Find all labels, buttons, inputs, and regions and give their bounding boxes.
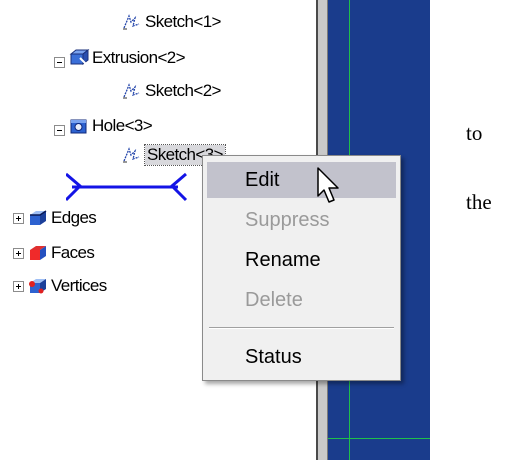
menu-item-label: Delete (245, 289, 303, 311)
menu-item-suppress[interactable]: Suppress (207, 202, 396, 238)
tree-item-label: Faces (51, 243, 95, 262)
vertices-icon (27, 276, 49, 296)
tree-item-sketch-2[interactable]: Sketch<2> (121, 80, 221, 102)
extrusion-icon (68, 48, 90, 68)
mouse-cursor-icon (317, 167, 339, 203)
tree-item-hole-3[interactable]: Hole<3> (68, 115, 153, 137)
tree-item-faces[interactable]: Faces (27, 242, 95, 264)
sketch-icon (121, 145, 143, 165)
tree-item-vertices[interactable]: Vertices (27, 275, 107, 297)
tree-item-edges[interactable]: Edges (27, 207, 97, 229)
menu-item-edit[interactable]: Edit (207, 162, 396, 198)
menu-item-label: Edit (245, 169, 280, 191)
side-text-the: the (466, 190, 492, 214)
collapse-toggle[interactable] (54, 57, 65, 68)
menu-item-status[interactable]: Status (207, 339, 396, 375)
menu-item-label: Status (245, 346, 302, 368)
tree-item-label: Vertices (51, 276, 107, 295)
expand-toggle[interactable] (13, 213, 24, 224)
faces-icon (27, 243, 49, 263)
menu-separator (209, 327, 394, 329)
context-menu: Edit Suppress Rename Delete Status (202, 155, 401, 381)
menu-item-label: Suppress (245, 209, 330, 231)
tree-item-label: Edges (51, 208, 97, 227)
menu-item-rename[interactable]: Rename (207, 242, 396, 278)
hole-icon (68, 116, 90, 136)
rollback-bar[interactable] (66, 170, 188, 212)
tree-item-label: Extrusion<2> (92, 48, 186, 67)
collapse-toggle[interactable] (54, 125, 65, 136)
tree-item-label: Hole<3> (92, 116, 153, 135)
edges-icon (27, 208, 49, 228)
sketch-icon (121, 12, 143, 32)
tree-item-extrusion-2[interactable]: Extrusion<2> (68, 47, 186, 69)
menu-item-delete[interactable]: Delete (207, 282, 396, 318)
tree-item-label: Sketch<1> (145, 12, 221, 31)
side-text-to: to (466, 121, 483, 145)
grid-line (328, 438, 430, 439)
menu-item-label: Rename (245, 249, 321, 271)
expand-toggle[interactable] (13, 248, 24, 259)
sketch-icon (121, 81, 143, 101)
tree-item-sketch-1[interactable]: Sketch<1> (121, 11, 221, 33)
tree-item-label: Sketch<2> (145, 81, 221, 100)
expand-toggle[interactable] (13, 281, 24, 292)
